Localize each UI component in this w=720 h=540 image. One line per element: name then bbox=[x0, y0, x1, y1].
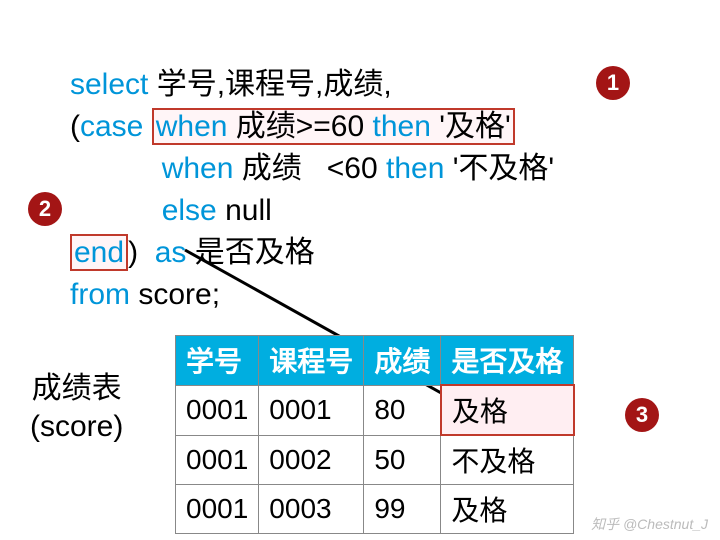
kw-else: else bbox=[162, 194, 217, 227]
kw-case: case bbox=[80, 110, 143, 143]
kw-as: as bbox=[155, 236, 187, 269]
badge-3: 3 bbox=[625, 398, 659, 432]
kw-from: from bbox=[70, 278, 130, 311]
badge-2: 2 bbox=[28, 192, 62, 226]
th-passflag: 是否及格 bbox=[441, 336, 574, 386]
score-label-en: (score) bbox=[30, 408, 123, 446]
cols: 学号,课程号,成绩, bbox=[148, 68, 391, 101]
table-row: 0001 0001 80 及格 bbox=[176, 385, 574, 435]
table-row: 0001 0002 50 不及格 bbox=[176, 435, 574, 485]
val-pass: '及格' bbox=[431, 110, 511, 143]
th-studentid: 学号 bbox=[176, 336, 259, 386]
kw-then: then bbox=[373, 110, 431, 143]
score-table: 学号 课程号 成绩 是否及格 0001 0001 80 及格 0001 0002… bbox=[175, 335, 575, 534]
kw-when2: when bbox=[162, 152, 234, 185]
end-box: end bbox=[70, 234, 128, 271]
pass-cell-highlight: 及格 bbox=[441, 385, 574, 435]
table-header-row: 学号 课程号 成绩 是否及格 bbox=[176, 336, 574, 386]
badge-1: 1 bbox=[596, 66, 630, 100]
when-clause-box: when 成绩>=60 then '及格' bbox=[152, 108, 515, 145]
cond-lt60: 成绩 <60 bbox=[233, 152, 386, 185]
kw-end: end bbox=[74, 236, 124, 269]
kw-when: when bbox=[156, 110, 228, 143]
th-score: 成绩 bbox=[364, 336, 441, 386]
score-label-cn: 成绩表 bbox=[30, 370, 123, 408]
alias: 是否及格 bbox=[186, 236, 314, 269]
table-name: score; bbox=[130, 278, 220, 311]
kw-then2: then bbox=[386, 152, 444, 185]
score-table-label: 成绩表 (score) bbox=[30, 370, 123, 446]
table-row: 0001 0003 99 及格 bbox=[176, 485, 574, 534]
paren-close: ) bbox=[128, 236, 155, 269]
kw-select: select bbox=[70, 68, 148, 101]
val-fail: '不及格' bbox=[444, 152, 554, 185]
slide: { "code": { "l1_select": "select", "l1_c… bbox=[0, 0, 720, 540]
th-courseid: 课程号 bbox=[259, 336, 364, 386]
sql-code: select 学号,课程号,成绩, (case when 成绩>=60 then… bbox=[70, 22, 554, 316]
cond-ge60: 成绩>=60 bbox=[227, 110, 372, 143]
val-null: null bbox=[217, 194, 272, 227]
paren-open: ( bbox=[70, 110, 80, 143]
watermark: 知乎 @Chestnut_J bbox=[591, 514, 708, 534]
